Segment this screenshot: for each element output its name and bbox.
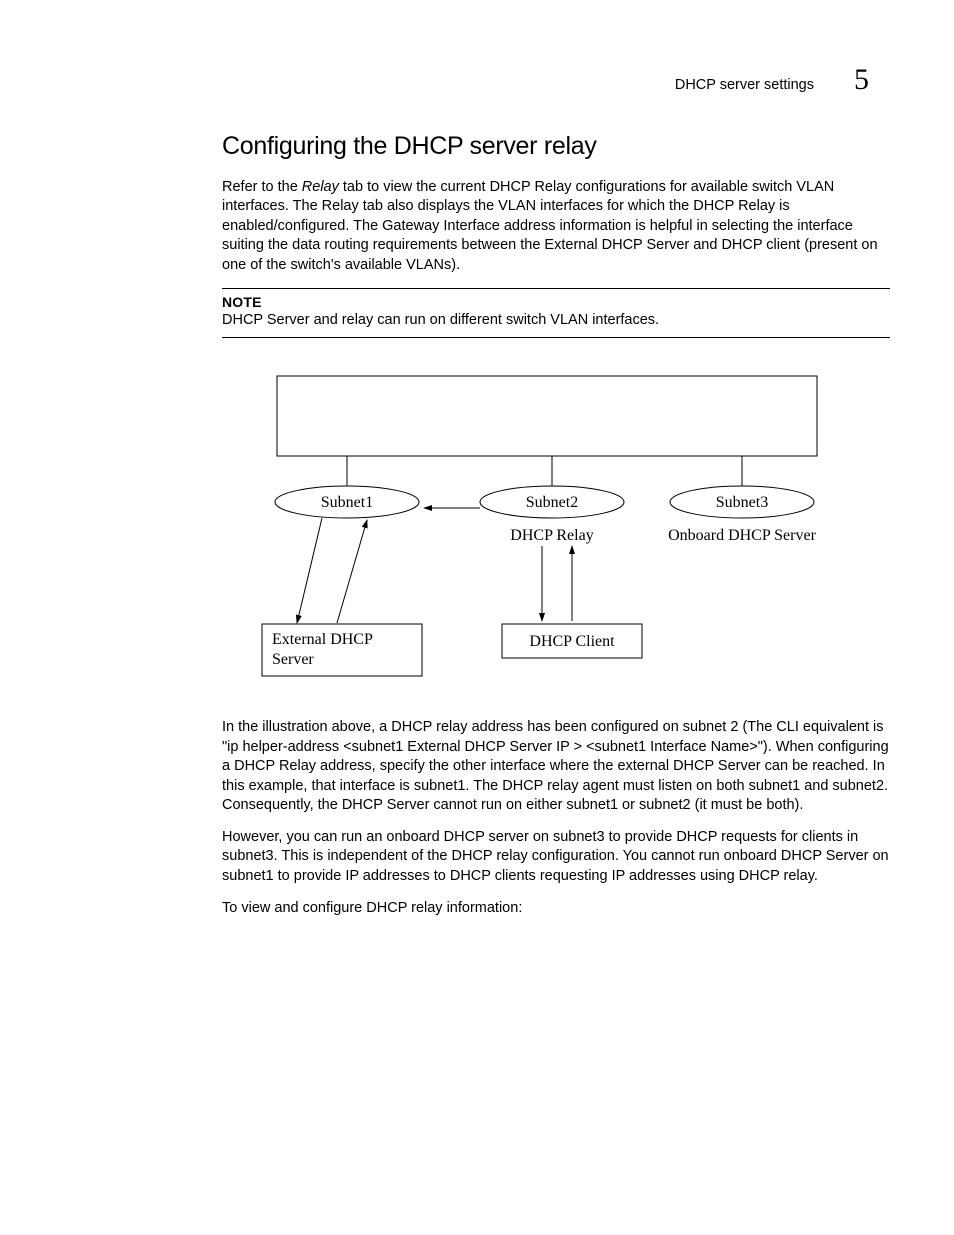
diagram-subnet1-label: Subnet1 [321,494,373,511]
section-title: Configuring the DHCP server relay [222,130,890,164]
chapter-number: 5 [854,60,869,101]
diagram-ext-server-line1: External DHCP [272,631,373,648]
diagram-subnet2-label: Subnet2 [526,494,578,511]
diagram-dhcp-relay-label: DHCP Relay [510,527,593,544]
main-content: Configuring the DHCP server relay Refer … [222,130,890,930]
diagram-ext-server-line2: Server [272,651,314,668]
diagram-subnet3-label: Subnet3 [716,494,768,511]
dhcp-relay-diagram: Subnet1 Subnet2 Subnet3 DHCP Relay Onboa… [252,368,842,688]
paragraph-4: To view and configure DHCP relay informa… [222,899,890,919]
header-section-text: DHCP server settings [675,76,814,96]
diagram-dhcp-client-label: DHCP Client [529,633,615,650]
relay-tab-emph: Relay [302,179,339,195]
intro-paragraph: Refer to the Relay tab to view the curre… [222,178,890,276]
page-header: DHCP server settings 5 [675,60,869,101]
paragraph-3: However, you can run an onboard DHCP ser… [222,828,890,887]
paragraph-2: In the illustration above, a DHCP relay … [222,718,890,816]
note-label: NOTE [222,293,890,312]
note-block: NOTE DHCP Server and relay can run on di… [222,288,890,338]
note-text: DHCP Server and relay can run on differe… [222,311,890,331]
diagram-onboard-label: Onboard DHCP Server [668,527,817,544]
diagram-container: Subnet1 Subnet2 Subnet3 DHCP Relay Onboa… [252,368,890,688]
